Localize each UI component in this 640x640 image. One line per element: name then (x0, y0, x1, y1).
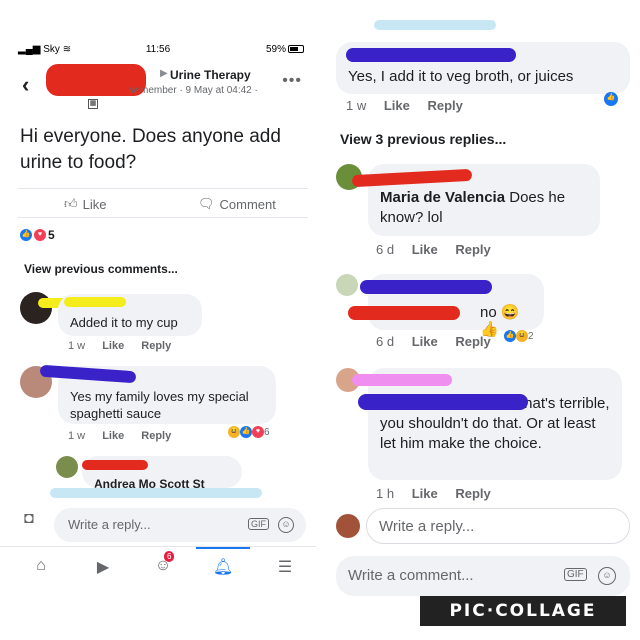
like-button[interactable]: 👍︎ Like (64, 196, 106, 212)
comment-reactions[interactable]: 😆 👍 ♥ 6 (228, 426, 270, 438)
more-options-icon[interactable]: ••• (282, 72, 302, 90)
comment-age: 6 d (376, 334, 395, 349)
view-previous-comments[interactable]: View previous comments... (24, 262, 178, 276)
comment-input[interactable]: Write a comment... GIF ☺ (336, 556, 630, 596)
comment-actions: 1 w Like Reply (346, 98, 463, 113)
comment-actions: 6 d Like Reply (376, 334, 491, 349)
post-actions: 👍︎ Like 🗨︎ Comment (18, 188, 308, 218)
group-name[interactable]: Urine Therapy (170, 68, 251, 82)
reply-bar: ◘ (24, 510, 34, 528)
comment-age: 1 w (68, 430, 86, 442)
comment-reply-button[interactable]: Reply (428, 98, 463, 113)
post-meta: w member · 9 May at 04:42 · (130, 85, 258, 96)
comment-placeholder: Write a comment... (348, 567, 474, 584)
post-header: ‹ ▶ Urine Therapy w member · 9 May at 04… (0, 62, 316, 112)
comment-icon: 🗨︎ (198, 196, 215, 211)
redacted-name (346, 48, 516, 62)
avatar[interactable] (336, 274, 358, 296)
comment-age: 1 w (68, 340, 86, 352)
left-screenshot: ▂▄▆ Sky ≋ 11:56 59% ‹ ▶ Urine Therapy w … (0, 0, 316, 640)
redacted-name (352, 374, 452, 386)
reaction-summary[interactable]: 👍 ♥ 5 (20, 228, 55, 242)
group-icon: ▦ (88, 99, 98, 109)
groups-icon[interactable]: ☺ 6 (152, 551, 175, 577)
reaction-count: 2 (528, 330, 534, 342)
comment-age: 6 d (376, 242, 395, 257)
reply-placeholder: Write a reply... (68, 517, 151, 532)
like-reaction-icon: 👍 (504, 330, 516, 342)
comment-text: Added it to my cup (70, 315, 178, 330)
comment-button[interactable]: 🗨︎ Comment (198, 196, 276, 212)
gif-icon[interactable]: GIF (564, 568, 587, 581)
notification-badge: 6 (164, 551, 175, 562)
comment-reply-button[interactable]: Reply (455, 242, 490, 257)
reaction-count: 5 (48, 228, 55, 242)
comment-age: 1 h (376, 486, 395, 501)
like-reaction-icon[interactable]: 👍 (604, 92, 618, 106)
comment-like-button[interactable]: Like (412, 242, 438, 257)
comment-actions: 6 d Like Reply (376, 242, 491, 257)
arrow-icon: ▶ (160, 68, 168, 79)
right-screenshot: Yes, I add it to veg broth, or juices 1 … (324, 0, 640, 640)
comment-label: Comment (219, 196, 276, 212)
redacted-text (348, 306, 460, 320)
love-reaction-icon: ♥ (34, 229, 46, 241)
comment-like-button[interactable]: Like (102, 430, 124, 442)
comment-reply-button[interactable]: Reply (141, 430, 171, 442)
comment-text: Yes my family loves my special spaghetti… (70, 389, 249, 421)
avatar[interactable] (56, 456, 78, 478)
avatar (336, 514, 360, 538)
emoji-icon[interactable]: ☺ (278, 517, 294, 533)
reply-input[interactable]: Write a reply... (366, 508, 630, 544)
battery-icon (288, 45, 304, 54)
home-icon[interactable]: ⌂ (30, 557, 52, 577)
watch-icon[interactable]: ▶ (92, 557, 114, 577)
emoji-icon[interactable]: ☺ (598, 567, 616, 585)
watermark: PIC·COLLAGE (420, 596, 626, 626)
redacted-name (358, 394, 528, 410)
redacted-text (50, 488, 262, 498)
redacted-name (360, 280, 492, 294)
active-tab-indicator (196, 547, 250, 549)
gif-icon[interactable]: GIF (248, 518, 269, 530)
comment-reply-button[interactable]: Reply (141, 340, 171, 352)
commenter-name[interactable]: Andrea Mo Scott St (94, 477, 205, 488)
tab-bar: ⌂ ▶ ☺ 6 🔔︎ ☰ (0, 546, 316, 586)
redacted-name (82, 460, 148, 470)
comment-like-button[interactable]: Like (102, 340, 124, 352)
comment-text: Yes, I add it to veg broth, or juices (348, 68, 574, 85)
camera-icon[interactable]: ◘ (24, 510, 34, 528)
comment-actions: 1 h Like Reply (376, 486, 491, 501)
menu-icon[interactable]: ☰ (274, 557, 296, 577)
reply-placeholder: Write a reply... (379, 518, 475, 535)
redacted-text (374, 20, 496, 30)
haha-reaction-icon: 😆 (228, 426, 240, 438)
battery: 59% (266, 44, 304, 55)
comment-reply-button[interactable]: Reply (455, 486, 490, 501)
reaction-count: 6 (264, 426, 270, 438)
status-bar: ▂▄▆ Sky ≋ 11:56 59% (0, 44, 316, 58)
comment-actions: 1 w Like Reply (68, 340, 171, 352)
back-arrow-icon[interactable]: ‹ (22, 72, 29, 98)
like-reaction-icon: 👍 (240, 426, 252, 438)
comment-reply-button[interactable]: Reply (455, 334, 490, 349)
view-previous-replies[interactable]: View 3 previous replies... (340, 131, 506, 147)
comment-like-button[interactable]: Like (412, 334, 438, 349)
love-reaction-icon: ♥ (252, 426, 264, 438)
comment-age: 1 w (346, 98, 367, 113)
comment-reactions[interactable]: 👍 😆 2 (504, 330, 534, 342)
post-text: Hi everyone. Does anyone add urine to fo… (20, 126, 281, 173)
thumbs-up-icon: 👍︎ (64, 196, 78, 211)
like-reaction-icon: 👍 (20, 229, 32, 241)
haha-reaction-icon: 😆 (516, 330, 528, 342)
reply-input[interactable]: Write a reply... GIF ☺ (54, 508, 306, 542)
commenter-name[interactable]: Maria de Valencia (380, 189, 505, 206)
like-label: Like (82, 196, 107, 212)
comment-like-button[interactable]: Like (412, 486, 438, 501)
comment-like-button[interactable]: Like (384, 98, 410, 113)
redacted-name (64, 297, 126, 307)
notifications-bell-icon[interactable]: 🔔︎ (212, 557, 234, 577)
comment-actions: 1 w Like Reply (68, 430, 171, 442)
avatar[interactable] (20, 292, 52, 324)
